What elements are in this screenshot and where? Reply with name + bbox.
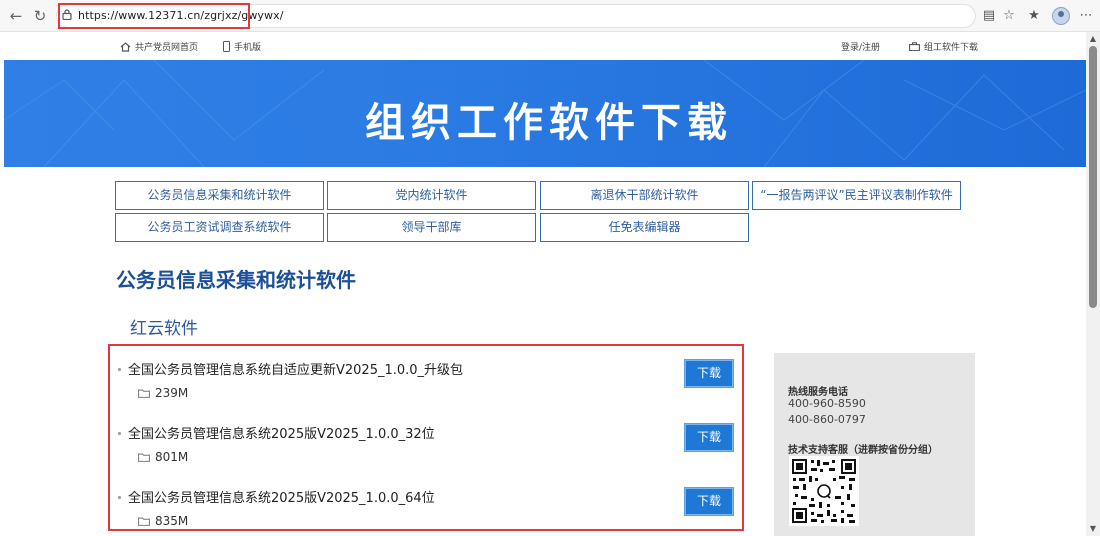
software-download-label: 组工软件下载 [924,43,979,53]
download-name[interactable]: 全国公务员管理信息系统自适应更新V2025_1.0.0_升级包 [128,359,463,378]
login-link-label: 登录/注册 [841,43,881,53]
tab-party-stats[interactable]: 党内统计软件 [327,181,536,210]
download-button[interactable]: 下载 [684,487,734,516]
toolbox-icon [909,42,920,51]
list-item: 全国公务员管理信息系统2025版V2025_1.0.0_32位 801M 下载 [110,417,742,477]
top-navigation: 共产党员网首页 手机版 登录/注册 组工软件下载 [4,32,1086,60]
page-banner: 组织工作软件下载 [4,60,1086,167]
software-download-link[interactable]: 组工软件下载 [909,40,978,53]
bullet-icon [118,368,121,371]
section-title: 公务员信息采集和统计软件 [116,268,356,292]
mobile-link-label: 手机版 [234,43,262,53]
banner-title: 组织工作软件下载 [365,100,733,146]
reload-icon[interactable]: ↻ [30,6,50,26]
download-name[interactable]: 全国公务员管理信息系统2025版V2025_1.0.0_64位 [128,487,435,506]
web-page: 共产党员网首页 手机版 登录/注册 组工软件下载 组织工作软件下载 公务员信息采… [4,32,1086,536]
home-link-label: 共产党员网首页 [135,43,199,53]
hotline-title: 热线服务电话 [788,387,848,398]
file-size: 835M [155,514,189,528]
url-highlight-box [58,3,250,29]
file-size: 801M [155,450,189,464]
home-link[interactable]: 共产党员网首页 [120,40,198,53]
reader-mode-icon[interactable]: ▤ [981,8,997,24]
home-icon [120,41,131,52]
tab-salary-survey[interactable]: 公务员工资试调查系统软件 [115,213,324,242]
phone-icon [223,41,230,52]
profile-avatar[interactable] [1052,7,1070,25]
mobile-link[interactable]: 手机版 [223,40,261,53]
scroll-down-icon[interactable]: ▼ [1088,524,1098,534]
folder-icon [138,517,150,526]
hotline-phone-1: 400-960-8590 [788,397,866,410]
scroll-up-icon[interactable]: ▲ [1088,34,1098,44]
download-button[interactable]: 下载 [684,359,734,388]
browser-toolbar: ← ↻ https://www.12371.cn/zgrjxz/gwywx/ ▤… [0,0,1100,32]
more-menu-icon[interactable]: ⋯ [1078,8,1094,24]
back-icon[interactable]: ← [6,6,26,26]
download-list: 全国公务员管理信息系统自适应更新V2025_1.0.0_升级包 239M 下载 … [108,344,744,531]
hotline-phone-2: 400-860-0797 [788,413,866,426]
list-item: 全国公务员管理信息系统2025版V2025_1.0.0_64位 835M 下载 [110,481,742,536]
tab-retired-cadre-stats[interactable]: 离退休干部统计软件 [540,181,749,210]
download-button[interactable]: 下载 [684,423,734,452]
list-item: 全国公务员管理信息系统自适应更新V2025_1.0.0_升级包 239M 下载 [110,353,742,413]
tab-evaluation-form[interactable]: “一报告两评议”民主评议表制作软件 [752,181,961,210]
support-sidebar: 热线服务电话 400-960-8590 400-860-0797 技术支持客服（… [774,353,975,536]
download-name[interactable]: 全国公务员管理信息系统2025版V2025_1.0.0_32位 [128,423,435,442]
support-qr-code [789,456,859,526]
support-title: 技术支持客服（进群按省份分组） [788,445,938,456]
favorites-list-icon[interactable]: ★ [1026,8,1042,24]
vendor-subtitle: 红云软件 [130,319,198,339]
folder-icon [138,453,150,462]
file-size: 239M [155,386,189,400]
tab-appointment-editor[interactable]: 任免表编辑器 [540,213,749,242]
bullet-icon [118,432,121,435]
favorite-star-icon[interactable]: ☆ [1001,8,1017,24]
tab-leader-cadre-db[interactable]: 领导干部库 [327,213,536,242]
folder-icon [138,389,150,398]
bullet-icon [118,496,121,499]
scrollbar-thumb[interactable] [1089,46,1097,308]
tab-civil-servant-stats[interactable]: 公务员信息采集和统计软件 [115,181,324,210]
login-link[interactable]: 登录/注册 [841,40,880,53]
